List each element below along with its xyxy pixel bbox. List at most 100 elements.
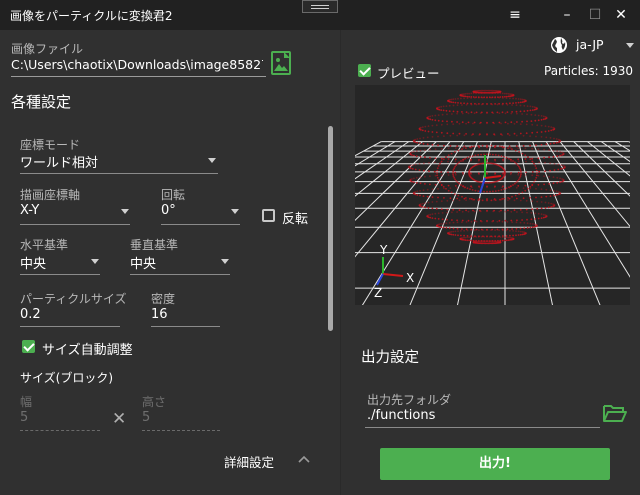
particle (454, 101, 457, 104)
output-folder-input[interactable]: ./functions (367, 408, 435, 423)
particle (524, 189, 527, 192)
particle (522, 187, 525, 189)
particle (437, 218, 440, 220)
particle (437, 135, 439, 138)
auto-size-label[interactable]: サイズ自動調整 (42, 339, 133, 358)
particle (475, 220, 478, 223)
draw-axis-underline (20, 224, 130, 225)
particle (462, 147, 465, 149)
particle (508, 186, 510, 189)
particle (481, 199, 484, 202)
particle (470, 102, 472, 105)
particle (465, 199, 467, 201)
particle (452, 168, 455, 171)
draw-axis-select[interactable]: X-Y (20, 203, 39, 218)
particle (447, 171, 449, 174)
particle (516, 112, 518, 115)
rotation-underline (161, 224, 240, 225)
particle (486, 220, 488, 222)
folder-open-icon[interactable] (602, 403, 628, 423)
particle (517, 171, 520, 174)
rotation-select[interactable]: 0° (161, 203, 176, 218)
particle (555, 138, 558, 140)
particle (452, 233, 455, 236)
particle (491, 111, 494, 114)
particle (456, 181, 459, 184)
particle (519, 104, 522, 107)
particle (562, 178, 565, 181)
preview-label[interactable]: プレビュー (377, 63, 440, 82)
particle (447, 160, 449, 163)
particle (545, 195, 548, 198)
h-align-dropdown-icon[interactable] (91, 259, 99, 264)
maximize-button[interactable]: ☐ (586, 7, 604, 23)
particle (431, 213, 434, 216)
particle (478, 235, 480, 238)
particle (530, 120, 533, 122)
particle (463, 102, 465, 105)
particle (523, 110, 526, 112)
particle (479, 209, 481, 212)
coordinate-mode-dropdown-icon[interactable] (208, 158, 216, 163)
output-button[interactable]: 出力! (380, 448, 610, 480)
draw-axis-dropdown-icon[interactable] (121, 209, 129, 214)
particle (457, 194, 460, 197)
image-file-path[interactable]: C:\Users\chaotix\Downloads\image8582706 (11, 57, 263, 72)
particle (434, 183, 437, 186)
particle (492, 121, 495, 124)
particle (451, 120, 453, 123)
particle (524, 158, 527, 160)
particle (531, 160, 534, 163)
particle (441, 212, 444, 214)
flip-label[interactable]: 反転 (282, 208, 308, 227)
width-input[interactable]: 5 (20, 410, 28, 425)
particle (553, 127, 556, 130)
v-align-select[interactable]: 中央 (130, 253, 156, 272)
particle (514, 182, 516, 185)
particle (426, 136, 429, 139)
particle-size-input[interactable]: 0.2 (20, 307, 41, 322)
particle (426, 143, 429, 146)
settings-scrollbar-thumb[interactable] (328, 126, 333, 331)
particle (486, 153, 488, 156)
h-align-underline (20, 274, 100, 275)
globe-icon[interactable] (550, 36, 568, 54)
particle (512, 102, 514, 104)
preview-canvas[interactable]: Y X Z (355, 85, 630, 305)
particle (552, 155, 555, 158)
chevron-up-icon[interactable] (297, 454, 311, 464)
particle (537, 114, 540, 117)
flip-checkbox[interactable] (262, 209, 275, 222)
height-input[interactable]: 5 (142, 410, 150, 425)
h-align-select[interactable]: 中央 (20, 253, 46, 272)
particle (477, 96, 480, 99)
preview-scene[interactable]: Y X Z (355, 85, 630, 305)
particle (514, 161, 516, 164)
image-file-icon[interactable] (270, 51, 292, 75)
particle (431, 207, 434, 210)
particle (501, 239, 504, 242)
language-dropdown-icon[interactable] (626, 43, 634, 48)
particle (475, 111, 478, 114)
close-button[interactable]: ✕ (612, 7, 630, 23)
particle (526, 109, 529, 112)
particle (470, 239, 473, 242)
particle (496, 103, 499, 106)
auto-size-checkbox[interactable] (22, 340, 35, 353)
particle (506, 221, 509, 223)
coordinate-mode-select[interactable]: ワールド相対 (20, 152, 98, 171)
menu-button[interactable]: ≡ (506, 7, 524, 23)
preview-checkbox[interactable] (358, 64, 371, 77)
advanced-settings-label[interactable]: 詳細設定 (224, 452, 274, 471)
particle (456, 104, 459, 107)
minimize-button[interactable]: – (558, 7, 576, 23)
particle (496, 228, 499, 231)
language-select[interactable]: ja-JP (576, 37, 604, 52)
rotation-dropdown-icon[interactable] (231, 209, 239, 214)
particle (451, 219, 453, 221)
drag-grip-icon[interactable] (302, 0, 338, 13)
particle (507, 209, 509, 212)
density-input[interactable]: 16 (151, 307, 168, 322)
v-align-dropdown-icon[interactable] (221, 259, 229, 264)
grid-line (559, 141, 630, 228)
